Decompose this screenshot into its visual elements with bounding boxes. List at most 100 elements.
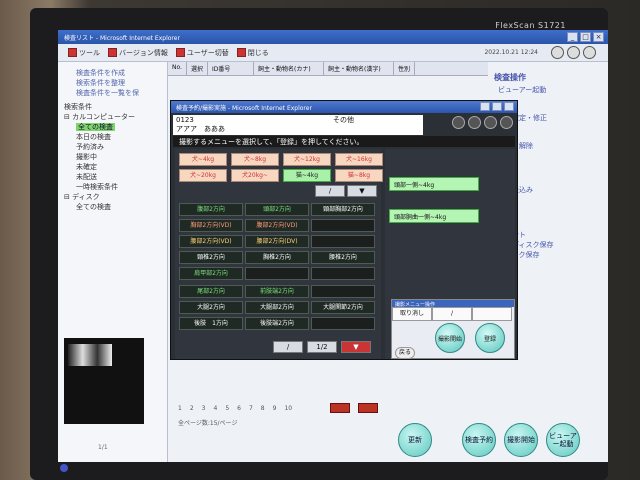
menu-cell[interactable]: 尾部2方向: [179, 285, 243, 298]
version-menu[interactable]: バージョン情報: [108, 48, 168, 58]
next-page-button[interactable]: [330, 403, 351, 413]
menu-cell[interactable]: 胸椎2方向: [245, 251, 309, 264]
cancel-selection-button[interactable]: 取り消し: [392, 307, 432, 321]
weight-dog-20[interactable]: 犬~20kg: [179, 169, 227, 182]
link-viewer[interactable]: ビューアー起動: [488, 85, 608, 95]
dialog-maximize-icon[interactable]: [492, 102, 502, 111]
weight-dog-20plus[interactable]: 犬20kg~: [231, 169, 279, 182]
page-1[interactable]: 1: [178, 405, 182, 412]
page-4[interactable]: 4: [213, 405, 217, 412]
close-icon[interactable]: ×: [593, 32, 604, 42]
last-page-button[interactable]: [358, 403, 379, 413]
xray-thumbnail[interactable]: [68, 344, 112, 366]
back-button[interactable]: 戻る: [395, 347, 415, 359]
back-icon[interactable]: [567, 46, 580, 59]
menu-cell[interactable]: 肩甲部2方向: [179, 267, 243, 280]
weight-dog-4[interactable]: 犬~4kg: [179, 153, 227, 166]
close-button[interactable]: 閉じる: [236, 48, 269, 58]
close-app-icon: [236, 48, 246, 57]
menu-cell[interactable]: 腰椎2方向: [311, 251, 375, 264]
weight-next-icon[interactable]: ▼: [347, 185, 377, 197]
page-6[interactable]: 6: [237, 405, 241, 412]
user-switch-button[interactable]: ユーザー切替: [175, 48, 229, 58]
selected-item-2[interactable]: 頭部胴曲一側~4kg: [389, 209, 479, 223]
dialog-back-icon[interactable]: [484, 116, 497, 129]
pager: 1 2 3 4 5 6 7 8 9 10: [178, 402, 478, 414]
menu-prev[interactable]: /: [273, 341, 303, 353]
weight-cat-4[interactable]: 猫~4kg: [283, 169, 331, 182]
weight-dog-12[interactable]: 犬~12kg: [283, 153, 331, 166]
menu-cell[interactable]: 腰部2方向(DV): [245, 235, 309, 248]
instruction: 撮影するメニューを選択して、「登録」を押してください。: [173, 136, 515, 147]
viewer-launch-button[interactable]: ビューアー起動: [546, 423, 580, 457]
tree-disk-root[interactable]: ⊟ ディスク: [64, 192, 167, 202]
page-10[interactable]: 10: [284, 405, 292, 412]
col-id[interactable]: ID番号: [208, 62, 254, 75]
tree-item-undelivered[interactable]: 未配送: [64, 172, 167, 182]
up-icon[interactable]: [583, 46, 596, 59]
register-button[interactable]: 登録: [475, 323, 505, 353]
menu-next-icon[interactable]: ▼: [341, 341, 371, 353]
shoot-start-button[interactable]: 撮影開始: [504, 423, 538, 457]
menu-cell[interactable]: 腰部2方向(VD): [179, 235, 243, 248]
sub-empty-button[interactable]: [472, 307, 512, 321]
tree-item-reserved[interactable]: 予約済み: [64, 142, 167, 152]
grid-header: No. 選択 ID番号 飼主・動物名(カナ) 飼主・動物名(漢字) 性別: [168, 62, 488, 76]
link-organize-condition[interactable]: 検索条件を整理: [58, 78, 167, 88]
update-button[interactable]: 更新: [398, 423, 432, 457]
page-3[interactable]: 3: [202, 405, 206, 412]
page-8[interactable]: 8: [261, 405, 265, 412]
col-select[interactable]: 選択: [187, 62, 208, 75]
dialog-close-icon[interactable]: [504, 102, 514, 111]
menu-cell[interactable]: 頭部2方向: [245, 203, 309, 216]
maximize-icon[interactable]: □: [580, 32, 591, 42]
menu-cell[interactable]: 腹部2方向(VD): [245, 219, 309, 232]
tree-disk-all[interactable]: 全ての検査: [64, 202, 167, 212]
col-no[interactable]: No.: [168, 62, 187, 75]
page-5[interactable]: 5: [225, 405, 229, 412]
col-sex[interactable]: 性別: [394, 62, 415, 75]
menu-cell[interactable]: 後肢 1方向: [179, 317, 243, 330]
version-icon: [108, 48, 117, 57]
page-9[interactable]: 9: [273, 405, 277, 412]
col-kana[interactable]: 飼主・動物名(カナ): [254, 62, 324, 75]
tools-menu[interactable]: ツール: [68, 48, 100, 58]
record-icon[interactable]: [551, 46, 564, 59]
tree-root[interactable]: ⊟ カルコンピューター: [64, 112, 167, 122]
dialog-shoot-button[interactable]: 撮影開始: [435, 323, 465, 353]
dialog-up-icon[interactable]: [500, 116, 513, 129]
page-7[interactable]: 7: [249, 405, 253, 412]
weight-slash[interactable]: /: [315, 185, 345, 197]
dialog-record-icon[interactable]: [452, 116, 465, 129]
page-2[interactable]: 2: [190, 405, 194, 412]
sub-slash-button[interactable]: /: [432, 307, 472, 321]
menu-cell[interactable]: 大腿部2方向: [245, 301, 309, 314]
reserve-button[interactable]: 検査予約: [462, 423, 496, 457]
menu-cell-empty: [311, 317, 375, 330]
menu-cell[interactable]: 頸部胸部2方向: [311, 203, 375, 216]
dialog-stop-icon[interactable]: [468, 116, 481, 129]
tree-item-shooting[interactable]: 撮影中: [64, 152, 167, 162]
menu-cell[interactable]: 胸部2方向(VD): [179, 219, 243, 232]
tree-item-unconfirmed[interactable]: 未確定: [64, 162, 167, 172]
menu-cell[interactable]: 大腿2方向: [179, 301, 243, 314]
menu-cell-empty: [245, 267, 309, 280]
link-create-condition[interactable]: 検査条件を作成: [58, 68, 167, 78]
weight-dog-8[interactable]: 犬~8kg: [231, 153, 279, 166]
weight-dog-16[interactable]: 犬~16kg: [335, 153, 383, 166]
window-title: 検査リスト - Microsoft Internet Explorer: [64, 35, 180, 42]
menu-cell[interactable]: 腹部2方向: [179, 203, 243, 216]
tree-item-today[interactable]: 本日の検査: [64, 132, 167, 142]
weight-cat-8[interactable]: 猫~8kg: [335, 169, 383, 182]
dialog-minimize-icon[interactable]: [480, 102, 490, 111]
menu-cell[interactable]: 後肢端2方向: [245, 317, 309, 330]
selected-item-1[interactable]: 頭部一側~4kg: [389, 177, 479, 191]
col-kanji[interactable]: 飼主・動物名(漢字): [324, 62, 394, 75]
tree-item-temp[interactable]: 一時検索条件: [64, 182, 167, 192]
menu-cell[interactable]: 頸椎2方向: [179, 251, 243, 264]
minimize-icon[interactable]: _: [567, 32, 578, 42]
link-condition-list[interactable]: 検査条件を一覧を保: [58, 88, 167, 98]
tree-item-all[interactable]: 全ての検査: [76, 123, 115, 131]
menu-cell[interactable]: 大腿関節2方向: [311, 301, 375, 314]
menu-cell[interactable]: 前肢端2方向: [245, 285, 309, 298]
